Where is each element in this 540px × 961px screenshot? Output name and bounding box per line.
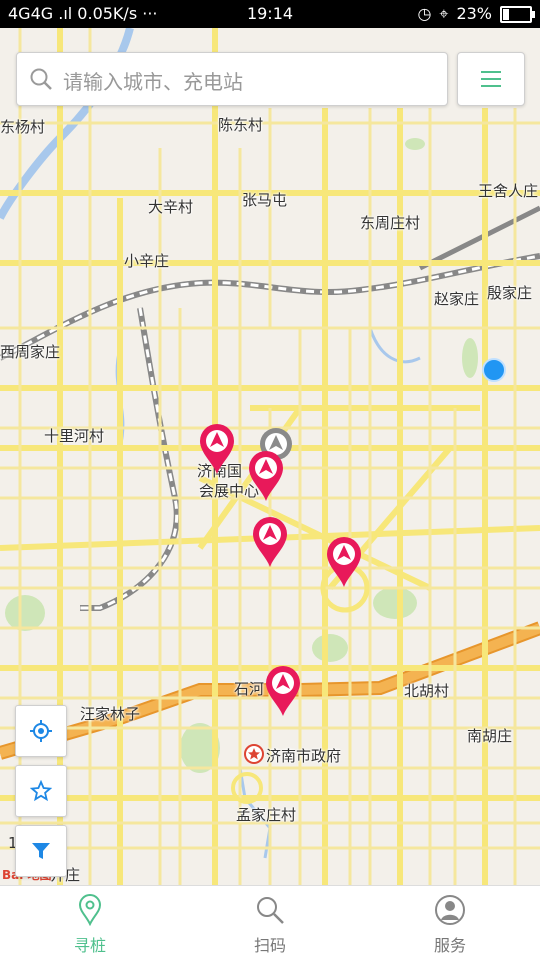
- map-label: 西周家庄: [0, 343, 61, 361]
- map-view[interactable]: 东杨村 陈东村 王舍人庄 大辛村 张马屯 东周庄村 小辛庄 赵家庄 殷家庄 西周…: [0, 28, 540, 885]
- map-label: 济南市政府: [266, 747, 342, 765]
- charging-station-marker[interactable]: [248, 450, 284, 502]
- star-icon: [30, 780, 52, 802]
- locate-button[interactable]: [15, 705, 67, 757]
- map-label: 南胡庄: [467, 727, 513, 745]
- map-label: 十里河村: [44, 427, 105, 445]
- map-label: 大辛村: [148, 198, 194, 216]
- search-icon: [257, 897, 284, 924]
- status-bar: 4G4G .ıl 0.05K/s ··· 19:14 ◷ ⌖ 23%: [0, 0, 540, 28]
- filter-button[interactable]: [15, 825, 67, 877]
- tab-label: 寻桩: [73, 936, 106, 955]
- map-label: 汪家林子: [80, 705, 141, 723]
- map-label: 陈东村: [218, 116, 264, 134]
- battery-percent: 23%: [456, 4, 492, 23]
- filter-icon: [32, 843, 50, 859]
- search-input[interactable]: 请输入城市、充电站: [63, 66, 243, 95]
- map-label: 王舍人庄: [478, 182, 539, 200]
- map-label: 张马屯: [242, 191, 288, 209]
- map-label: 殷家庄: [487, 284, 533, 302]
- charging-station-marker[interactable]: [199, 423, 235, 475]
- map-label: 东周庄村: [360, 214, 421, 232]
- map-label: 孟家庄村: [236, 806, 297, 824]
- alarm-icon: ◷: [417, 4, 432, 23]
- map-label: 东杨村: [0, 118, 46, 136]
- bottom-tab-bar: 寻桩 扫码 服务: [0, 885, 540, 961]
- current-location-dot: [482, 358, 506, 382]
- government-poi-icon: [244, 744, 264, 764]
- user-icon: [435, 895, 465, 925]
- locate-icon: [30, 720, 52, 742]
- map-label: 北胡村: [404, 682, 450, 700]
- charging-station-marker[interactable]: [265, 665, 301, 717]
- favorites-button[interactable]: [15, 765, 67, 817]
- tab-label: 扫码: [253, 936, 286, 955]
- tab-label: 服务: [433, 936, 466, 955]
- search-bar[interactable]: 请输入城市、充电站: [16, 52, 448, 106]
- map-label: 赵家庄: [434, 290, 480, 308]
- search-icon: [30, 68, 52, 90]
- tab-scan[interactable]: 扫码: [210, 886, 330, 961]
- menu-button[interactable]: [457, 52, 525, 106]
- charging-station-marker[interactable]: [326, 536, 362, 588]
- battery-icon: [500, 5, 535, 23]
- map-label: 小辛庄: [124, 252, 170, 270]
- location-pin-icon: [78, 894, 102, 926]
- menu-icon: [481, 71, 501, 73]
- charging-station-marker[interactable]: [252, 516, 288, 568]
- location-icon: ⌖: [439, 4, 449, 23]
- tab-find-pile[interactable]: 寻桩: [30, 886, 150, 961]
- tab-service[interactable]: 服务: [390, 886, 510, 961]
- map-label: 石河: [234, 680, 265, 698]
